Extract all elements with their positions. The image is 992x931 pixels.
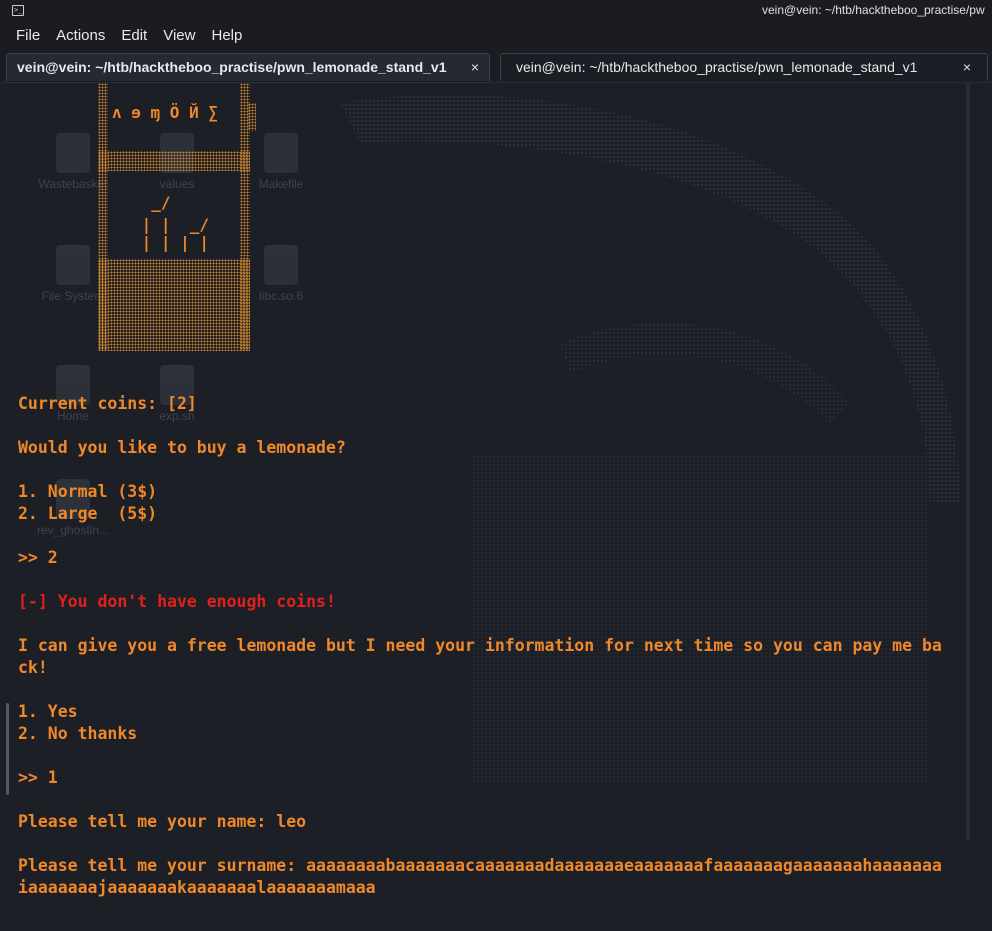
close-icon[interactable]: × (471, 54, 479, 80)
option-normal: 1. Normal (3$) (18, 482, 158, 501)
stand-stick: _/ (132, 193, 171, 212)
terminal-icon: >_ (12, 5, 24, 16)
option-yes: 1. Yes (18, 702, 78, 721)
tab-bar: vein@vein: ~/htb/hacktheboo_practise/pwn… (0, 50, 992, 83)
option-no: 2. No thanks (18, 724, 138, 743)
menu-file[interactable]: File (8, 22, 48, 50)
name-line: Please tell me your name: leo (18, 812, 307, 831)
coins-line: Current coins: [2] (18, 394, 197, 413)
stand-stick: | | | | (132, 233, 210, 252)
question-line: Would you like to buy a lemonade? (18, 438, 346, 457)
stand-stick: | | _/ (132, 215, 210, 234)
menu-actions[interactable]: Actions (48, 22, 113, 50)
terminal-view[interactable]: Wastebasket values Makefile File System … (0, 83, 992, 931)
title-bar: >_ vein@vein: ~/htb/hacktheboo_practise/… (0, 0, 992, 22)
stand-sign: ʌ ɘ ɱ Ö Й ∑ (112, 103, 218, 122)
surname-line: Please tell me your surname: aaaaaaaabaa… (18, 856, 942, 875)
close-icon[interactable]: × (963, 54, 971, 80)
tab-label: vein@vein: ~/htb/hacktheboo_practise/pwn… (17, 59, 447, 75)
offer-line-wrap: ck! (18, 658, 48, 677)
tab-terminal-1[interactable]: vein@vein: ~/htb/hacktheboo_practise/pwn… (6, 53, 490, 81)
menu-edit[interactable]: Edit (113, 22, 155, 50)
offer-line: I can give you a free lemonade but I nee… (18, 636, 942, 655)
tab-label: vein@vein: ~/htb/hacktheboo_practise/pwn… (516, 59, 918, 75)
menu-help[interactable]: Help (203, 22, 250, 50)
option-large: 2. Large (5$) (18, 504, 158, 523)
error-line: [-] You don't have enough coins! (18, 592, 336, 611)
scrollbar[interactable] (966, 83, 970, 841)
window-title: vein@vein: ~/htb/hacktheboo_practise/pw (762, 3, 985, 17)
menu-bar: File Actions Edit View Help (0, 22, 992, 50)
scroll-marker (6, 703, 9, 795)
tab-terminal-2[interactable]: vein@vein: ~/htb/hacktheboo_practise/pwn… (500, 53, 988, 81)
lemonade-stand-art: ʌ ɘ ɱ Ö Й ∑ _/ | | _/ | | | | (98, 83, 256, 351)
surname-line-wrap: iaaaaaaajaaaaaaakaaaaaaalaaaaaaamaaa (18, 878, 376, 897)
menu-view[interactable]: View (155, 22, 203, 50)
prompt-input: >> 1 (18, 768, 58, 787)
prompt-input: >> 2 (18, 548, 58, 567)
